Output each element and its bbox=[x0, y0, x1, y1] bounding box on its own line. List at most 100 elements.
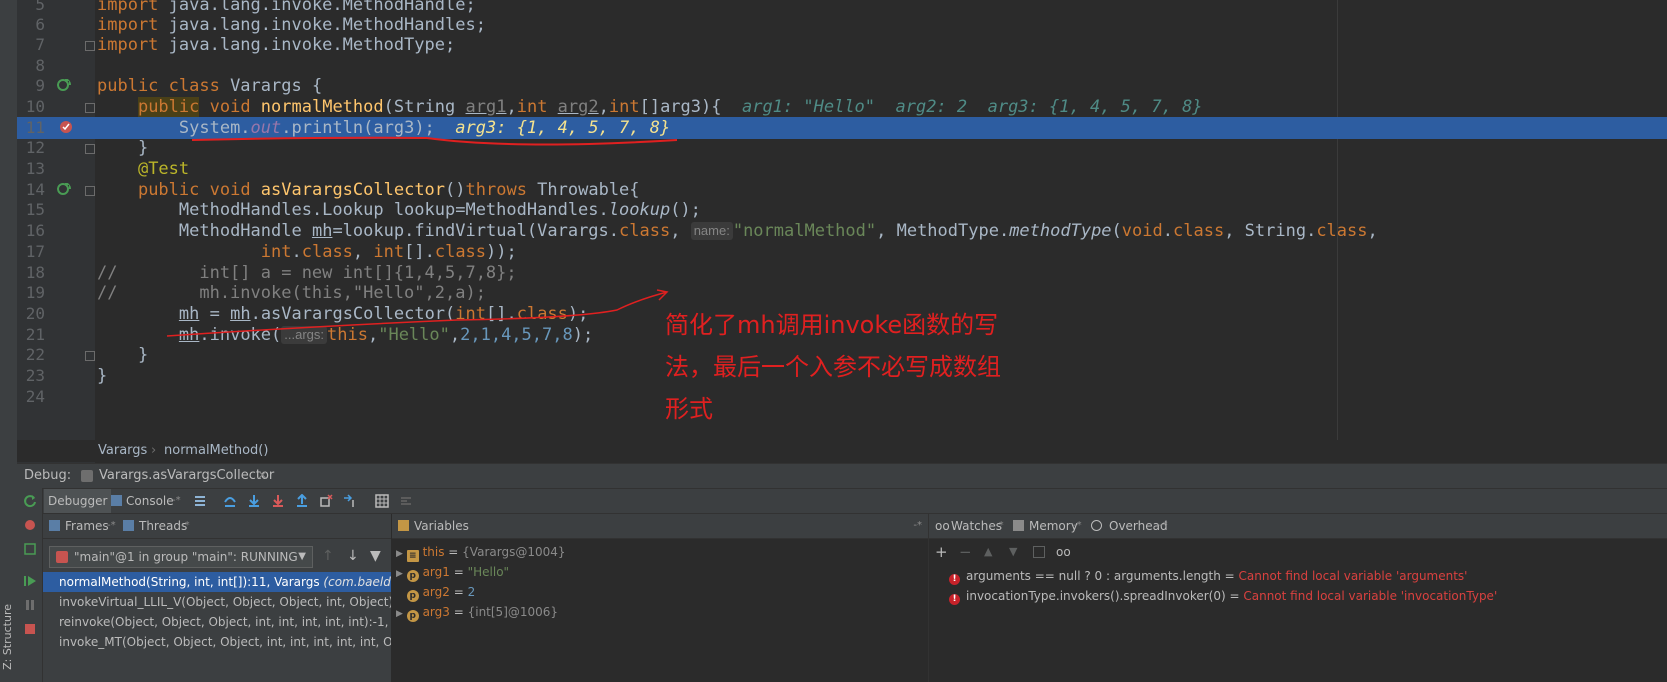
variables-panel-header: Variables -* bbox=[392, 514, 928, 539]
breadcrumb-method[interactable]: normalMethod() bbox=[164, 440, 268, 462]
tab-debugger[interactable]: Debugger bbox=[44, 489, 112, 513]
variables-panel: Variables -* ▶ ≡ this = {Varargs@1004} ▶… bbox=[392, 514, 929, 682]
copy-icon[interactable] bbox=[1033, 546, 1045, 558]
step-over-icon[interactable] bbox=[223, 494, 237, 508]
line-number: 18 bbox=[25, 263, 45, 282]
next-frame-icon[interactable]: ↓ bbox=[347, 548, 359, 564]
fold-marker-icon[interactable] bbox=[85, 41, 95, 51]
variable-row[interactable]: ▶ p arg2 = 2 bbox=[396, 582, 475, 602]
breadcrumb-separator-icon: › bbox=[151, 443, 157, 458]
trace-icon[interactable] bbox=[399, 494, 413, 508]
fold-marker-icon[interactable] bbox=[85, 144, 95, 154]
watch-row[interactable]: ! invocationType.invokers().spreadInvoker… bbox=[949, 586, 1497, 606]
tab-memory[interactable]: Memory bbox=[1029, 514, 1078, 538]
layout-icon[interactable] bbox=[193, 494, 207, 508]
fold-marker-icon[interactable] bbox=[85, 351, 95, 361]
expand-arrow-icon[interactable]: ▶ bbox=[396, 609, 403, 619]
line-number: 13 bbox=[25, 159, 45, 178]
error-icon: ! bbox=[949, 574, 960, 585]
rerun-icon[interactable] bbox=[23, 494, 37, 508]
fold-marker-icon[interactable] bbox=[85, 103, 95, 113]
current-execution-line: 11 System.out.println(arg3); arg3: {1, 4… bbox=[17, 117, 1667, 139]
pin-icon[interactable]: -* bbox=[1159, 514, 1168, 538]
pin-icon[interactable]: -* bbox=[913, 514, 922, 538]
pin-icon[interactable]: -* bbox=[1073, 514, 1082, 538]
structure-tool-label[interactable]: Z: Structure bbox=[1, 604, 14, 670]
move-down-icon[interactable]: ▼ bbox=[1009, 542, 1017, 562]
session-icon bbox=[81, 470, 93, 482]
pause-icon[interactable] bbox=[23, 598, 37, 612]
frames-icon bbox=[49, 520, 60, 531]
thread-selector[interactable]: "main"@1 in group "main": RUNNING ▼ bbox=[49, 546, 313, 568]
expand-arrow-icon[interactable]: ▶ bbox=[396, 569, 403, 579]
line-number: 9 bbox=[35, 76, 45, 95]
watch-row[interactable]: ! arguments == null ? 0 : arguments.lengt… bbox=[949, 566, 1467, 586]
evaluate-expression-icon[interactable] bbox=[375, 494, 389, 508]
code-line: 15 MethodHandles.Lookup lookup=MethodHan… bbox=[17, 199, 1667, 221]
restore-layout-icon[interactable] bbox=[23, 542, 37, 556]
variable-row[interactable]: ▶ p arg3 = {int[5]@1006} bbox=[396, 602, 558, 622]
debug-session-tab[interactable]: Varargs.asVarargsCollector bbox=[99, 464, 274, 488]
tab-console[interactable]: Console bbox=[126, 489, 174, 513]
frame-row[interactable]: invokeVirtual_LLIL_V(Object, Object, Obj… bbox=[43, 592, 391, 612]
chevron-down-icon: ▼ bbox=[298, 551, 306, 562]
parameter-icon: p bbox=[406, 610, 419, 622]
frame-row[interactable]: invoke_MT(Object, Object, Object, int, i… bbox=[43, 632, 391, 652]
show-watches-icon[interactable]: oo bbox=[1056, 542, 1071, 562]
variables-title: Variables bbox=[414, 519, 469, 533]
tab-threads[interactable]: Threads bbox=[139, 514, 187, 538]
view-breakpoints-icon[interactable] bbox=[23, 518, 37, 532]
variable-row[interactable]: ▶ ≡ this = {Varargs@1004} bbox=[396, 542, 566, 562]
close-icon[interactable]: × bbox=[257, 464, 268, 488]
code-editor[interactable]: 5 import java.lang.invoke.MethodHandle; … bbox=[17, 0, 1667, 468]
remove-watch-icon[interactable]: − bbox=[959, 542, 972, 562]
run-test-icon[interactable] bbox=[57, 182, 71, 196]
thread-selector-value: "main"@1 in group "main": RUNNING bbox=[74, 550, 298, 564]
expand-arrow-icon[interactable]: ▶ bbox=[396, 549, 403, 559]
previous-frame-icon[interactable]: ↑ bbox=[322, 548, 334, 564]
force-step-into-icon[interactable] bbox=[271, 494, 285, 508]
parameter-icon: p bbox=[406, 590, 419, 602]
breakpoint-icon[interactable] bbox=[59, 120, 73, 134]
step-into-icon[interactable] bbox=[247, 494, 261, 508]
line-number: 10 bbox=[25, 97, 45, 116]
code-line: 13 @Test bbox=[17, 158, 1667, 180]
debug-side-toolbar bbox=[17, 488, 43, 682]
line-number: 6 bbox=[35, 15, 45, 34]
frame-row[interactable]: reinvoke(Object, Object, Object, int, in… bbox=[43, 612, 391, 632]
pin-icon[interactable]: -* bbox=[995, 514, 1004, 538]
watches-icon: oo bbox=[935, 519, 950, 533]
line-number: 17 bbox=[25, 242, 45, 261]
parameter-hint: ...args: bbox=[281, 326, 328, 344]
line-number: 8 bbox=[35, 56, 45, 75]
step-out-icon[interactable] bbox=[295, 494, 309, 508]
variable-row[interactable]: ▶ p arg1 = "Hello" bbox=[396, 562, 509, 582]
move-up-icon[interactable]: ▲ bbox=[984, 542, 992, 562]
breadcrumb-class[interactable]: Varargs bbox=[98, 440, 147, 462]
pin-icon[interactable]: -* bbox=[107, 514, 116, 538]
code-line: 19 // mh.invoke(this,"Hello",2,a); bbox=[17, 282, 1667, 304]
line-number: 22 bbox=[25, 345, 45, 364]
fold-marker-icon[interactable] bbox=[85, 186, 95, 196]
overhead-icon bbox=[1091, 520, 1102, 531]
code-line: 16 MethodHandle mh=lookup.findVirtual(Va… bbox=[17, 220, 1667, 242]
stop-icon[interactable] bbox=[23, 622, 37, 636]
red-annotation-text: 简化了mh调用invoke函数的写 法，最后一个入参不必写成数组 形式 bbox=[665, 311, 1001, 423]
inline-debug-values: arg1: "Hello" arg2: 2 arg3: {1, 4, 5, 7,… bbox=[741, 97, 1203, 117]
pin-icon[interactable]: -* bbox=[172, 489, 181, 513]
resume-icon[interactable] bbox=[23, 574, 37, 588]
code-line: 8 bbox=[17, 55, 1667, 77]
pin-icon[interactable]: -* bbox=[181, 514, 190, 538]
run-test-icon[interactable] bbox=[57, 78, 71, 92]
filter-icon[interactable]: ▼ bbox=[370, 548, 381, 564]
frame-row[interactable]: normalMethod(String, int, int[]):11, Var… bbox=[43, 572, 391, 592]
run-to-cursor-icon[interactable] bbox=[343, 494, 357, 508]
parameter-hint: name: bbox=[690, 222, 733, 240]
error-icon: ! bbox=[949, 594, 960, 605]
breadcrumb: Varargs › normalMethod() bbox=[17, 440, 1667, 462]
drop-frame-icon[interactable] bbox=[319, 494, 333, 508]
code-line: 10 public void normalMethod(String arg1,… bbox=[17, 96, 1667, 118]
add-watch-icon[interactable]: + bbox=[935, 542, 948, 562]
line-number: 7 bbox=[35, 35, 45, 54]
tab-frames[interactable]: Frames bbox=[65, 514, 109, 538]
